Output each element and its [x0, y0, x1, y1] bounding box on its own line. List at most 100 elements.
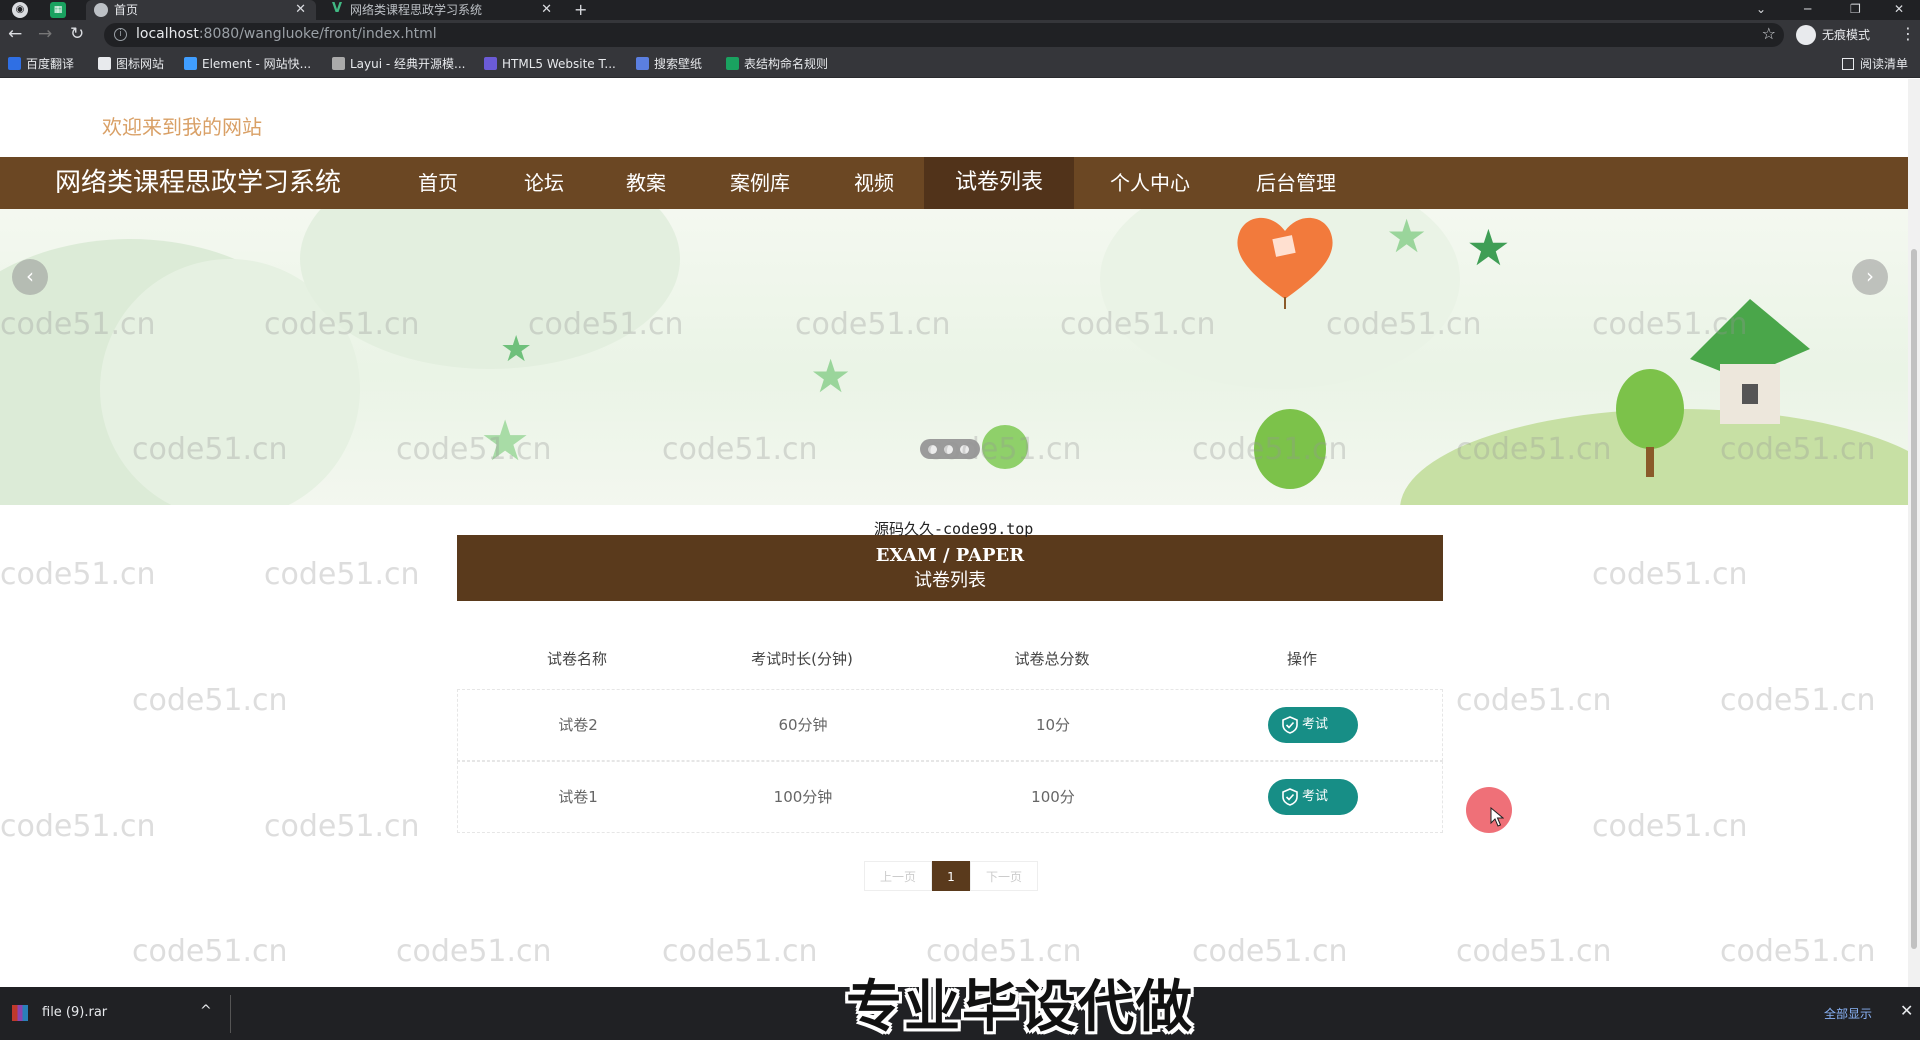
- reload-icon[interactable]: ↻: [70, 24, 84, 44]
- nav-forum[interactable]: 论坛: [496, 157, 592, 209]
- close-icon[interactable]: ✕: [295, 0, 306, 20]
- star-icon: ★: [810, 349, 852, 403]
- shield-check-icon: [1282, 788, 1298, 806]
- bookmark-item[interactable]: 图标网站: [98, 56, 164, 72]
- watermark-text: code51.cn: [1060, 307, 1216, 342]
- nav-video[interactable]: 视频: [826, 157, 922, 209]
- watermark-text: code51.cn: [396, 432, 552, 467]
- next-page-button[interactable]: 下一页: [970, 861, 1038, 891]
- back-arrow-icon[interactable]: ←: [8, 24, 22, 44]
- restore-icon[interactable]: ❐: [1850, 0, 1861, 18]
- section-title-cn: 试卷列表: [914, 570, 986, 591]
- scrollbar-thumb[interactable]: [1911, 249, 1917, 949]
- watermark-text: code51.cn: [1592, 307, 1748, 342]
- watermark-text: code51.cn: [1720, 432, 1876, 467]
- nav-case-library[interactable]: 案例库: [710, 157, 810, 209]
- minimize-icon[interactable]: ─: [1804, 0, 1811, 18]
- show-all-downloads-link[interactable]: 全部显示: [1824, 1005, 1872, 1022]
- tab-title: 网络类课程思政学习系统: [350, 3, 483, 17]
- incognito-label: 无痕模式: [1822, 28, 1871, 42]
- divider: [230, 995, 231, 1033]
- nav-exam-list[interactable]: 试卷列表: [924, 157, 1074, 209]
- watermark-text: code51.cn: [132, 683, 288, 718]
- browser-profile-icon[interactable]: ◉: [12, 2, 28, 18]
- take-exam-button[interactable]: 考试: [1268, 779, 1358, 815]
- incognito-icon: [1796, 25, 1816, 45]
- forward-arrow-icon[interactable]: →: [38, 24, 52, 44]
- watermark-text: code51.cn: [132, 934, 288, 969]
- reading-list-icon: [1842, 58, 1854, 70]
- download-item[interactable]: file (9).rar: [12, 1003, 107, 1023]
- watermark-text: code51.cn: [0, 307, 156, 342]
- take-exam-label: 考试: [1302, 717, 1329, 732]
- bookmark-item[interactable]: 表结构命名规则: [726, 56, 828, 72]
- bookmark-item[interactable]: 搜索壁纸: [636, 56, 702, 72]
- rar-archive-icon: [12, 1005, 28, 1021]
- bookmarks-bar: 百度翻译 图标网站 Element - 网站快... Layui - 经典开源模…: [0, 50, 1920, 78]
- watermark-text: code51.cn: [926, 432, 1082, 467]
- watermark-text: code51.cn: [0, 557, 156, 592]
- cell-exam-name: 试卷1: [558, 788, 598, 806]
- wallpaper-icon: [636, 57, 649, 70]
- carousel-next-arrow-icon[interactable]: ›: [1852, 259, 1888, 295]
- tab-home[interactable]: 首页 ✕: [86, 0, 316, 20]
- tab-system[interactable]: V 网络类课程思政学习系统 ✕: [322, 0, 562, 20]
- bookmark-item[interactable]: Element - 网站快...: [184, 56, 311, 72]
- nav-home[interactable]: 首页: [390, 157, 486, 209]
- watermark-text: code51.cn: [1720, 683, 1876, 718]
- watermark-text: code51.cn: [264, 809, 420, 844]
- take-exam-button[interactable]: 考试: [1268, 707, 1358, 743]
- sheet-icon: [726, 57, 739, 70]
- bookmark-item[interactable]: HTML5 Website T...: [484, 56, 616, 72]
- nav-admin[interactable]: 后台管理: [1240, 157, 1352, 209]
- bookmark-label: 搜索壁纸: [654, 57, 703, 71]
- watermark-text: code51.cn: [1720, 934, 1876, 969]
- bookmark-label: Element - 网站快...: [202, 57, 312, 71]
- site-brand[interactable]: 网络类课程思政学习系统: [55, 157, 341, 209]
- tab-group-icon[interactable]: ▦: [50, 2, 66, 18]
- bookmark-item[interactable]: 百度翻译: [8, 56, 74, 72]
- chevron-up-icon[interactable]: ^: [200, 1003, 212, 1019]
- watermark-text: code51.cn: [1456, 432, 1612, 467]
- table-row: 试卷1 100分钟 100分 考试: [457, 761, 1443, 833]
- new-tab-plus-icon[interactable]: +: [574, 0, 587, 20]
- html5-site-icon: [484, 57, 497, 70]
- page-number-current[interactable]: 1: [932, 861, 970, 891]
- nav-profile[interactable]: 个人中心: [1094, 157, 1206, 209]
- download-file-name: file (9).rar: [42, 1005, 108, 1020]
- prev-page-button[interactable]: 上一页: [864, 861, 932, 891]
- url-input[interactable]: i localhost:8080/wangluoke/front/index.h…: [104, 23, 1784, 47]
- address-bar-row: ← → ↻ i localhost:8080/wangluoke/front/i…: [0, 20, 1920, 50]
- bookmark-star-icon[interactable]: ☆: [1762, 24, 1776, 43]
- cell-score: 100分: [1031, 788, 1075, 806]
- watermark-text: code51.cn: [795, 307, 951, 342]
- bookmark-item[interactable]: Layui - 经典开源模...: [332, 56, 465, 72]
- watermark-text: code51.cn: [1456, 934, 1612, 969]
- main-navbar: 网络类课程思政学习系统 首页 论坛 教案 案例库 视频 试卷列表 个人中心 后台…: [0, 157, 1908, 209]
- window-close-icon[interactable]: ✕: [1894, 0, 1904, 18]
- carousel-prev-arrow-icon[interactable]: ‹: [12, 259, 48, 295]
- star-icon: ★: [1386, 209, 1428, 263]
- banner-cloud: [300, 209, 680, 369]
- column-header-score: 试卷总分数: [1014, 650, 1090, 668]
- site-info-icon[interactable]: i: [114, 28, 127, 41]
- browser-menu-icon[interactable]: ⋮: [1900, 24, 1916, 43]
- tab-search-chevron-icon[interactable]: ⌄: [1756, 0, 1766, 18]
- nav-lesson-plans[interactable]: 教案: [598, 157, 694, 209]
- column-header-duration: 考试时长(分钟): [751, 650, 853, 668]
- close-icon[interactable]: ✕: [1900, 1001, 1913, 1020]
- bookmark-label: Layui - 经典开源模...: [350, 57, 466, 71]
- reading-list-button[interactable]: 阅读清单: [1842, 56, 1908, 72]
- watermark-text: code51.cn: [528, 307, 684, 342]
- incognito-indicator[interactable]: 无痕模式: [1796, 24, 1870, 46]
- page-scrollbar[interactable]: [1908, 79, 1920, 987]
- shield-check-icon: [1282, 716, 1298, 734]
- column-header-name: 试卷名称: [546, 650, 607, 668]
- bookmark-label: HTML5 Website T...: [502, 57, 616, 71]
- table-row: 试卷2 60分钟 10分 考试: [457, 689, 1443, 761]
- cell-exam-name: 试卷2: [558, 716, 598, 734]
- bookmark-label: 百度翻译: [26, 57, 75, 71]
- cell-duration: 100分钟: [773, 788, 833, 806]
- watermark-text: code51.cn: [662, 432, 818, 467]
- close-icon[interactable]: ✕: [541, 0, 552, 20]
